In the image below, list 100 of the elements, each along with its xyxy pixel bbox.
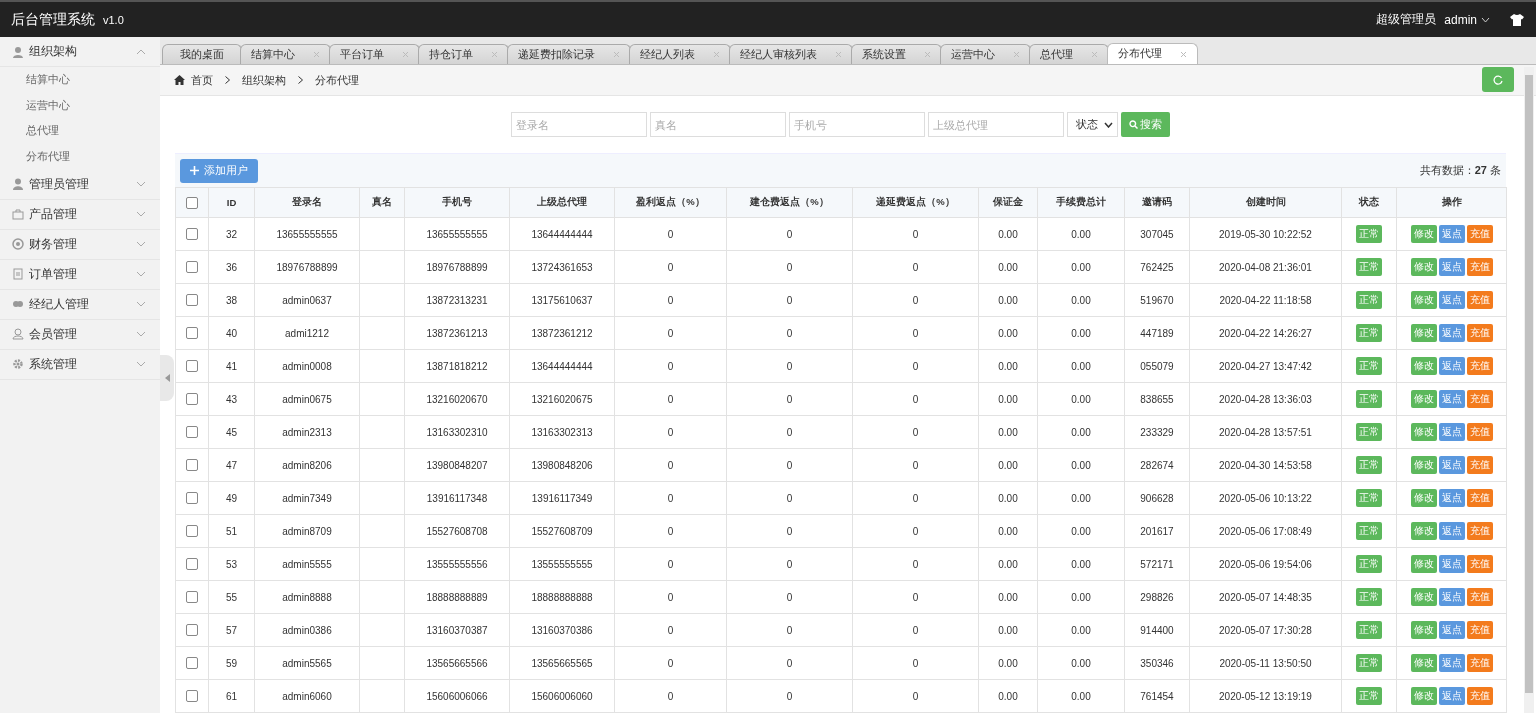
rebate-button[interactable]: 返点 bbox=[1438, 654, 1465, 672]
rebate-button[interactable]: 返点 bbox=[1438, 423, 1465, 441]
edit-button[interactable]: 修改 bbox=[1410, 324, 1437, 342]
recharge-button[interactable]: 充值 bbox=[1466, 390, 1493, 408]
breadcrumb-item[interactable]: 分布代理 bbox=[315, 72, 359, 88]
tab[interactable]: 系统设置 bbox=[851, 44, 942, 64]
edit-button[interactable]: 修改 bbox=[1410, 654, 1437, 672]
row-checkbox[interactable] bbox=[186, 327, 198, 340]
tab[interactable]: 经纪人列表 bbox=[629, 44, 731, 64]
edit-button[interactable]: 修改 bbox=[1410, 621, 1437, 639]
row-checkbox[interactable] bbox=[186, 393, 198, 406]
recharge-button[interactable]: 充值 bbox=[1466, 489, 1493, 507]
add-user-button[interactable]: 添加用户 bbox=[180, 158, 258, 183]
sidebar-group[interactable]: 管理员管理 bbox=[0, 169, 160, 200]
rebate-button[interactable]: 返点 bbox=[1438, 324, 1465, 342]
rebate-button[interactable]: 返点 bbox=[1438, 621, 1465, 639]
edit-button[interactable]: 修改 bbox=[1410, 522, 1437, 540]
rebate-button[interactable]: 返点 bbox=[1438, 489, 1465, 507]
select-all-checkbox[interactable] bbox=[186, 196, 198, 209]
breadcrumb-item[interactable]: 首页 bbox=[191, 72, 213, 88]
user-menu[interactable]: admin bbox=[1444, 12, 1477, 27]
edit-button[interactable]: 修改 bbox=[1410, 588, 1437, 606]
rebate-button[interactable]: 返点 bbox=[1438, 456, 1465, 474]
recharge-button[interactable]: 充值 bbox=[1466, 654, 1493, 672]
recharge-button[interactable]: 充值 bbox=[1466, 588, 1493, 606]
row-checkbox[interactable] bbox=[186, 657, 198, 670]
search-field[interactable]: 登录名 bbox=[511, 112, 647, 137]
edit-button[interactable]: 修改 bbox=[1410, 225, 1437, 243]
tab[interactable]: 分布代理 bbox=[1107, 43, 1198, 64]
recharge-button[interactable]: 充值 bbox=[1466, 456, 1493, 474]
recharge-button[interactable]: 充值 bbox=[1466, 423, 1493, 441]
search-field[interactable]: 手机号 bbox=[789, 112, 925, 137]
rebate-button[interactable]: 返点 bbox=[1438, 357, 1465, 375]
row-checkbox[interactable] bbox=[186, 690, 198, 703]
recharge-button[interactable]: 充值 bbox=[1466, 522, 1493, 540]
search-button[interactable]: 搜索 bbox=[1121, 112, 1170, 137]
rebate-button[interactable]: 返点 bbox=[1438, 687, 1465, 705]
close-icon[interactable] bbox=[1180, 50, 1187, 58]
sidebar-group[interactable]: 财务管理 bbox=[0, 229, 160, 260]
tab[interactable]: 我的桌面 bbox=[162, 44, 242, 64]
tab[interactable]: 总代理 bbox=[1029, 44, 1109, 64]
sidebar-item[interactable]: 总代理 bbox=[0, 118, 160, 145]
rebate-button[interactable]: 返点 bbox=[1438, 588, 1465, 606]
sidebar-item[interactable]: 结算中心 bbox=[0, 67, 160, 93]
row-checkbox[interactable] bbox=[186, 624, 198, 637]
search-field[interactable]: 上级总代理 bbox=[928, 112, 1064, 137]
shirt-icon[interactable] bbox=[1510, 13, 1524, 26]
breadcrumb-item[interactable]: 组织架构 bbox=[242, 72, 286, 88]
edit-button[interactable]: 修改 bbox=[1410, 489, 1437, 507]
edit-button[interactable]: 修改 bbox=[1410, 357, 1437, 375]
status-select[interactable]: 状态 bbox=[1067, 112, 1118, 137]
row-checkbox[interactable] bbox=[186, 492, 198, 505]
edit-button[interactable]: 修改 bbox=[1410, 555, 1437, 573]
edit-button[interactable]: 修改 bbox=[1410, 291, 1437, 309]
edit-button[interactable]: 修改 bbox=[1410, 456, 1437, 474]
scrollbar[interactable] bbox=[1524, 67, 1534, 713]
sidebar-item[interactable]: 分布代理 bbox=[0, 144, 160, 170]
row-checkbox[interactable] bbox=[186, 360, 198, 373]
row-checkbox[interactable] bbox=[186, 525, 198, 538]
sidebar-group[interactable]: 订单管理 bbox=[0, 259, 160, 290]
row-checkbox[interactable] bbox=[186, 558, 198, 571]
search-field[interactable]: 真名 bbox=[650, 112, 786, 137]
edit-button[interactable]: 修改 bbox=[1410, 390, 1437, 408]
row-checkbox[interactable] bbox=[186, 459, 198, 472]
rebate-button[interactable]: 返点 bbox=[1438, 390, 1465, 408]
recharge-button[interactable]: 充值 bbox=[1466, 555, 1493, 573]
recharge-button[interactable]: 充值 bbox=[1466, 225, 1493, 243]
recharge-button[interactable]: 充值 bbox=[1466, 258, 1493, 276]
rebate-button[interactable]: 返点 bbox=[1438, 555, 1465, 573]
tab[interactable]: 持仓订单 bbox=[418, 44, 509, 64]
collapse-handle[interactable] bbox=[160, 355, 174, 401]
tab[interactable]: 经纪人审核列表 bbox=[729, 44, 853, 64]
rebate-button[interactable]: 返点 bbox=[1438, 291, 1465, 309]
tab[interactable]: 平台订单 bbox=[329, 44, 420, 64]
sidebar-item[interactable]: 运营中心 bbox=[0, 92, 160, 119]
sidebar-group[interactable]: 会员管理 bbox=[0, 319, 160, 350]
recharge-button[interactable]: 充值 bbox=[1466, 621, 1493, 639]
edit-button[interactable]: 修改 bbox=[1410, 423, 1437, 441]
recharge-button[interactable]: 充值 bbox=[1466, 687, 1493, 705]
row-checkbox[interactable] bbox=[186, 228, 198, 241]
row-checkbox[interactable] bbox=[186, 294, 198, 307]
tab[interactable]: 递延费扣除记录 bbox=[507, 44, 631, 64]
tab[interactable]: 结算中心 bbox=[240, 44, 331, 64]
rebate-button[interactable]: 返点 bbox=[1438, 522, 1465, 540]
row-checkbox[interactable] bbox=[186, 591, 198, 604]
sidebar-group[interactable]: 经纪人管理 bbox=[0, 289, 160, 320]
rebate-button[interactable]: 返点 bbox=[1438, 258, 1465, 276]
recharge-button[interactable]: 充值 bbox=[1466, 324, 1493, 342]
sidebar-group[interactable]: 产品管理 bbox=[0, 199, 160, 230]
edit-button[interactable]: 修改 bbox=[1410, 687, 1437, 705]
recharge-button[interactable]: 充值 bbox=[1466, 291, 1493, 309]
edit-button[interactable]: 修改 bbox=[1410, 258, 1437, 276]
row-checkbox[interactable] bbox=[186, 426, 198, 439]
row-checkbox[interactable] bbox=[186, 261, 198, 274]
recharge-button[interactable]: 充值 bbox=[1466, 357, 1493, 375]
chevron-down-icon[interactable] bbox=[1481, 16, 1490, 23]
rebate-button[interactable]: 返点 bbox=[1438, 225, 1465, 243]
refresh-button[interactable] bbox=[1482, 67, 1514, 92]
tab[interactable]: 运营中心 bbox=[940, 44, 1031, 64]
table-cell: 13555555555 bbox=[531, 558, 593, 570]
